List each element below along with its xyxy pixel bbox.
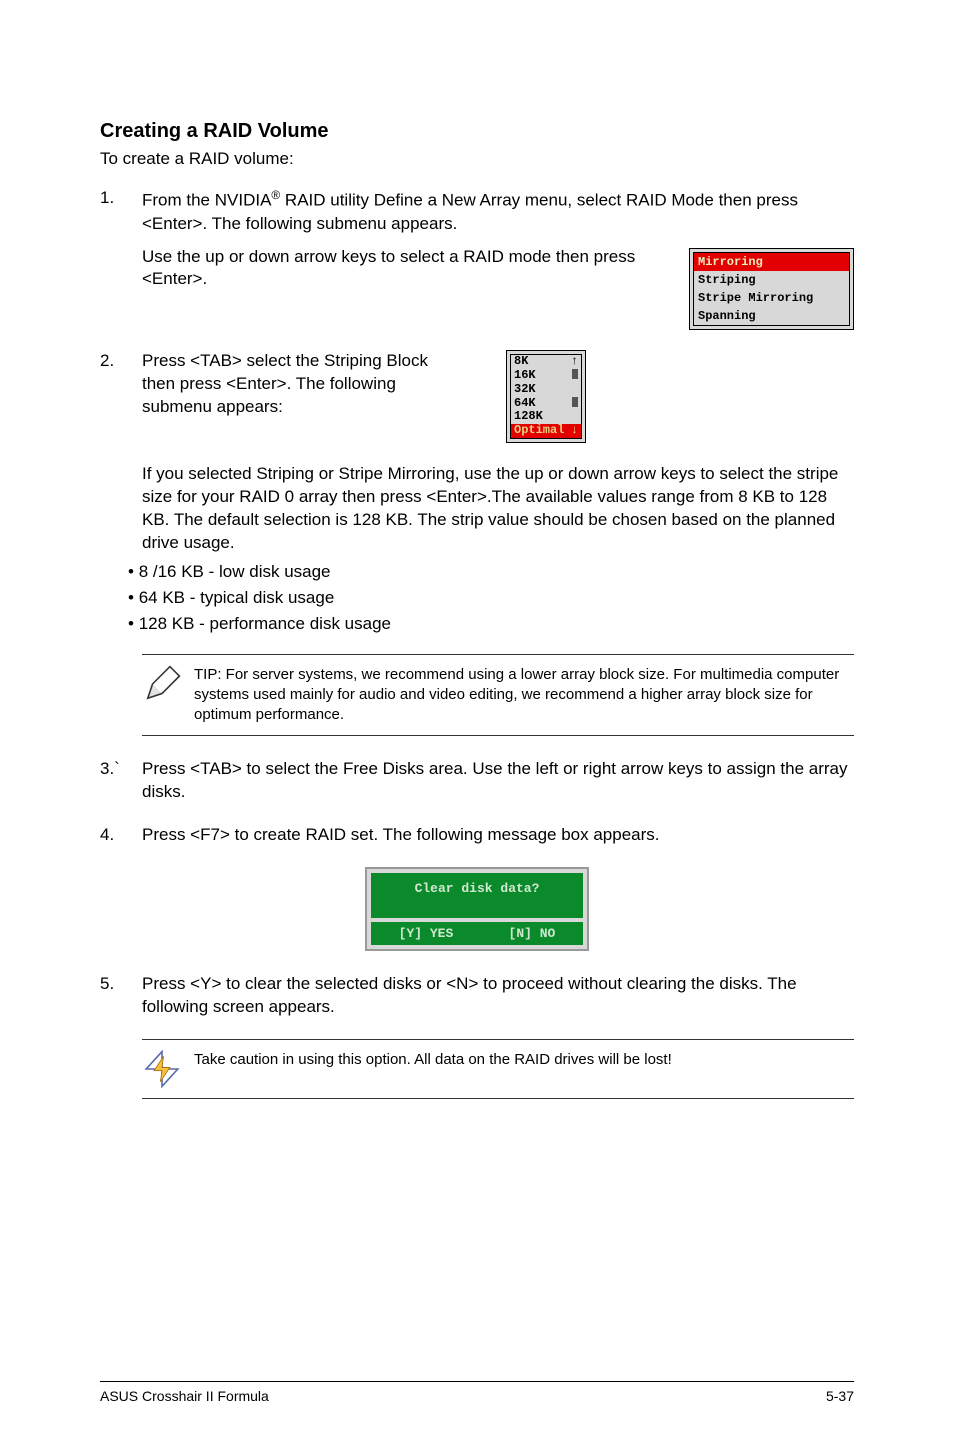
dialog-container: Clear disk data? [Y] YES [N] NO: [100, 867, 854, 951]
caution-text: Take caution in using this option. All d…: [194, 1050, 672, 1070]
stripe-usage-list: 8 /16 KB - low disk usage 64 KB - typica…: [128, 561, 854, 636]
page-footer: ASUS Crosshair II Formula 5-37: [100, 1381, 854, 1404]
stripe-size-menu: 8K ↑ 16K 32K 64K 128K Optimal ↓: [506, 350, 586, 443]
steps-list-cont: 3.` Press <TAB> to select the Free Disks…: [100, 758, 854, 847]
step-3: 3.` Press <TAB> to select the Free Disks…: [100, 758, 854, 804]
footer-page-number: 5-37: [826, 1388, 854, 1404]
dialog-no-button[interactable]: [N] NO: [509, 926, 556, 941]
scrollbar-thumb[interactable]: [572, 397, 578, 407]
bullet-performance-usage: 128 KB - performance disk usage: [128, 613, 854, 636]
raid-mode-striping[interactable]: Striping: [694, 271, 849, 289]
stripe-32k[interactable]: 32K: [514, 383, 536, 397]
step-2-text: Press <TAB> select the Striping Block th…: [142, 350, 442, 419]
step-4: 4. Press <F7> to create RAID set. The fo…: [100, 824, 854, 847]
intro-text: To create a RAID volume:: [100, 149, 854, 169]
step-5: 5. Press <Y> to clear the selected disks…: [100, 973, 854, 1019]
step-number: 5.: [100, 973, 142, 1019]
step-2: 2. Press <TAB> select the Striping Block…: [100, 350, 854, 443]
stripe-64k[interactable]: 64K: [514, 397, 536, 411]
raid-mode-mirroring[interactable]: Mirroring: [694, 253, 849, 271]
raid-mode-menu: Mirroring Striping Stripe Mirroring Span…: [689, 248, 854, 331]
step-1: 1. From the NVIDIA® RAID utility Define …: [100, 187, 854, 330]
text-fragment: From the NVIDIA: [142, 191, 271, 210]
arrow-down-icon: ↓: [571, 424, 578, 438]
lightning-icon: [142, 1050, 182, 1088]
stripe-8k[interactable]: 8K: [514, 355, 528, 369]
caution-note: Take caution in using this option. All d…: [142, 1039, 854, 1099]
footer-left: ASUS Crosshair II Formula: [100, 1388, 269, 1404]
tip-text: TIP: For server systems, we recommend us…: [194, 665, 854, 726]
stripe-optimal[interactable]: Optimal: [514, 424, 564, 438]
raid-mode-spanning[interactable]: Spanning: [694, 307, 849, 325]
bullet-typical-usage: 64 KB - typical disk usage: [128, 587, 854, 610]
section-title: Creating a RAID Volume: [100, 120, 854, 143]
step-number: 4.: [100, 824, 142, 847]
stripe-16k[interactable]: 16K: [514, 369, 536, 383]
pencil-icon: [142, 665, 182, 703]
step-number: 1.: [100, 187, 142, 330]
step-4-text: Press <F7> to create RAID set. The follo…: [142, 824, 854, 847]
bullet-low-usage: 8 /16 KB - low disk usage: [128, 561, 854, 584]
step-1-line2: Use the up or down arrow keys to select …: [142, 246, 675, 292]
dialog-yes-button[interactable]: [Y] YES: [399, 926, 454, 941]
clear-disk-dialog: Clear disk data? [Y] YES [N] NO: [365, 867, 589, 951]
step-3-text: Press <TAB> to select the Free Disks are…: [142, 758, 854, 804]
tip-note: TIP: For server systems, we recommend us…: [142, 654, 854, 737]
dialog-title: Clear disk data?: [371, 873, 583, 918]
page: Creating a RAID Volume To create a RAID …: [0, 0, 954, 1438]
scrollbar-thumb[interactable]: [572, 369, 578, 379]
step-2-explanation: If you selected Striping or Stripe Mirro…: [142, 463, 854, 555]
stripe-128k[interactable]: 128K: [514, 410, 543, 424]
raid-mode-stripe-mirroring[interactable]: Stripe Mirroring: [694, 289, 849, 307]
steps-list: 1. From the NVIDIA® RAID utility Define …: [100, 187, 854, 443]
arrow-up-icon: ↑: [571, 355, 578, 369]
step-5-text: Press <Y> to clear the selected disks or…: [142, 973, 854, 1019]
step-number: 2.: [100, 350, 142, 443]
steps-list-cont2: 5. Press <Y> to clear the selected disks…: [100, 973, 854, 1019]
registered-mark: ®: [271, 188, 280, 202]
step-1-line1: From the NVIDIA® RAID utility Define a N…: [142, 187, 854, 236]
step-number: 3.`: [100, 758, 142, 804]
